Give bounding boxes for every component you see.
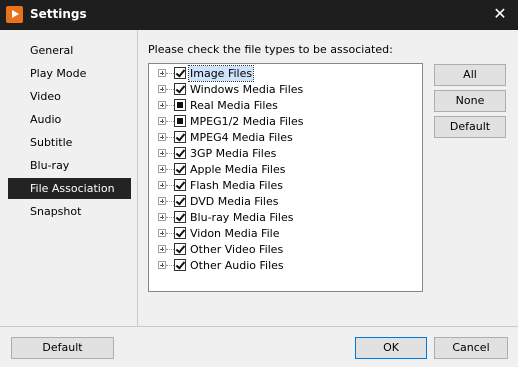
expand-plus-icon[interactable] [158, 165, 166, 173]
expand-plus-icon[interactable] [158, 181, 166, 189]
file-type-label[interactable]: Image Files [187, 65, 255, 82]
expand-plus-icon[interactable] [158, 85, 166, 93]
file-type-checkbox[interactable] [174, 179, 186, 191]
sidebar-item-play-mode[interactable]: Play Mode [8, 63, 131, 84]
file-type-checkbox[interactable] [174, 131, 186, 143]
sidebar-item-general[interactable]: General [8, 40, 131, 61]
file-type-checkbox[interactable] [174, 211, 186, 223]
tree-row: Flash Media Files [149, 178, 419, 194]
file-association-panel: Please check the file types to be associ… [138, 30, 518, 326]
sidebar-item-subtitle[interactable]: Subtitle [8, 132, 131, 153]
dialog-footer: Default OK Cancel [0, 326, 518, 367]
file-type-label[interactable]: MPEG1/2 Media Files [189, 114, 304, 129]
file-type-label[interactable]: Apple Media Files [189, 162, 286, 177]
file-type-label[interactable]: Windows Media Files [189, 82, 304, 97]
title-bar: Settings ✕ [0, 0, 518, 30]
window-title: Settings [30, 7, 87, 21]
select-all-button[interactable]: All [434, 64, 506, 86]
expand-plus-icon[interactable] [158, 261, 166, 269]
expand-plus-icon[interactable] [158, 229, 166, 237]
sidebar-item-audio[interactable]: Audio [8, 109, 131, 130]
file-type-label[interactable]: Real Media Files [189, 98, 279, 113]
tree-row: Other Audio Files [149, 258, 419, 274]
tree-row: Blu-ray Media Files [149, 210, 419, 226]
close-icon[interactable]: ✕ [490, 4, 510, 24]
file-type-label[interactable]: 3GP Media Files [189, 146, 277, 161]
file-type-checkbox[interactable] [174, 243, 186, 255]
tree-row: DVD Media Files [149, 194, 419, 210]
expand-plus-icon[interactable] [158, 149, 166, 157]
file-type-label[interactable]: Blu-ray Media Files [189, 210, 295, 225]
sidebar-item-blu-ray[interactable]: Blu-ray [8, 155, 131, 176]
tree-row: Other Video Files [149, 242, 419, 258]
file-type-checkbox[interactable] [174, 147, 186, 159]
tree-row: Image Files [149, 65, 419, 82]
file-type-label[interactable]: Other Video Files [189, 242, 284, 257]
file-type-checkbox[interactable] [174, 115, 186, 127]
tree-row: Windows Media Files [149, 82, 419, 98]
expand-plus-icon[interactable] [158, 133, 166, 141]
expand-plus-icon[interactable] [158, 197, 166, 205]
sidebar-item-file-association[interactable]: File Association [8, 178, 131, 199]
file-type-tree[interactable]: Image Files Windows Media Files Real Med… [148, 63, 423, 292]
tree-row: Vidon Media File [149, 226, 419, 242]
expand-plus-icon[interactable] [158, 213, 166, 221]
file-type-checkbox[interactable] [174, 83, 186, 95]
expand-plus-icon[interactable] [158, 69, 166, 77]
tree-row: MPEG1/2 Media Files [149, 114, 419, 130]
file-type-checkbox[interactable] [174, 195, 186, 207]
play-logo-icon [6, 6, 23, 23]
file-type-label[interactable]: Other Audio Files [189, 258, 285, 273]
expand-plus-icon[interactable] [158, 245, 166, 253]
restore-default-types-button[interactable]: Default [434, 116, 506, 138]
tree-row: Real Media Files [149, 98, 419, 114]
file-type-checkbox[interactable] [174, 163, 186, 175]
file-type-label[interactable]: Vidon Media File [189, 226, 280, 241]
cancel-button[interactable]: Cancel [434, 337, 508, 359]
file-type-label[interactable]: DVD Media Files [189, 194, 279, 209]
expand-plus-icon[interactable] [158, 101, 166, 109]
tree-row: 3GP Media Files [149, 146, 419, 162]
sidebar-item-snapshot[interactable]: Snapshot [8, 201, 131, 222]
file-type-label[interactable]: Flash Media Files [189, 178, 284, 193]
file-type-checkbox[interactable] [174, 259, 186, 271]
settings-sidebar: General Play Mode Video Audio Subtitle B… [0, 30, 138, 326]
file-type-checkbox[interactable] [174, 227, 186, 239]
sidebar-item-video[interactable]: Video [8, 86, 131, 107]
file-type-checkbox[interactable] [174, 99, 186, 111]
instruction-text: Please check the file types to be associ… [148, 43, 393, 56]
select-none-button[interactable]: None [434, 90, 506, 112]
tree-row: Apple Media Files [149, 162, 419, 178]
tree-row: MPEG4 Media Files [149, 130, 419, 146]
file-type-label[interactable]: MPEG4 Media Files [189, 130, 294, 145]
file-type-checkbox[interactable] [174, 67, 186, 79]
default-button[interactable]: Default [11, 337, 114, 359]
ok-button[interactable]: OK [355, 337, 427, 359]
expand-plus-icon[interactable] [158, 117, 166, 125]
